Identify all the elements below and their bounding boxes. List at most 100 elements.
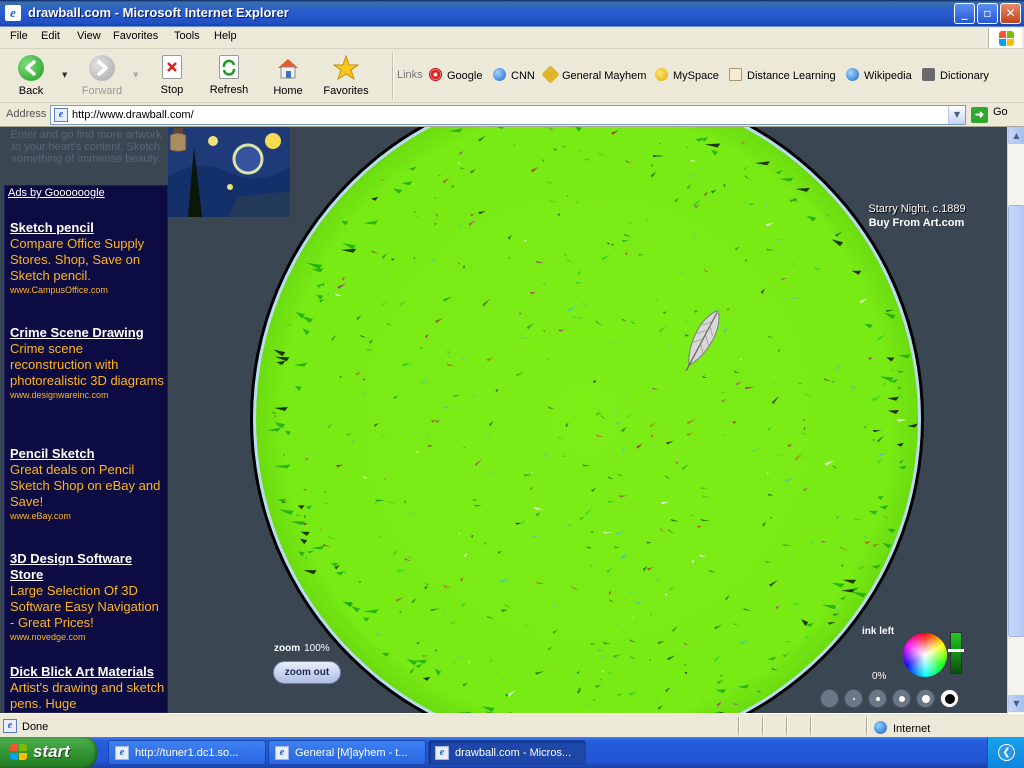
menu-help[interactable]: Help [214, 30, 237, 42]
brightness-slider-handle[interactable] [948, 649, 964, 652]
stop-label: Stop [160, 84, 184, 96]
brush-size-1[interactable] [820, 689, 839, 708]
favorites-button[interactable]: Favorites [322, 54, 370, 97]
link-google[interactable]: Google [429, 68, 482, 82]
title-bar[interactable]: e drawball.com - Microsoft Internet Expl… [0, 0, 1024, 27]
address-label: Address [6, 108, 47, 120]
link-cnn[interactable]: CNN [493, 68, 535, 82]
brush-size-2[interactable] [844, 689, 863, 708]
address-dropdown-icon[interactable]: ▼ [948, 106, 965, 124]
security-zone: Internet [874, 721, 930, 735]
zoom-label: zoom 100% [274, 643, 330, 654]
link-distance-learning[interactable]: Distance Learning [729, 68, 836, 82]
taskbar: start e http://tuner1.dc1.so... e General … [0, 737, 1024, 768]
vertical-scrollbar[interactable]: ▲ ▼ [1007, 127, 1024, 713]
refresh-button[interactable]: Refresh [207, 55, 251, 96]
ad-title[interactable]: 3D Design Software Store [10, 551, 166, 583]
ie-icon: e [115, 746, 129, 760]
link-distance-learning-label: Distance Learning [747, 70, 836, 82]
show-hidden-icons-button[interactable]: ❮ [998, 744, 1015, 761]
home-button[interactable]: Home [270, 55, 306, 97]
forward-dropdown-icon[interactable]: ▼ [133, 71, 138, 79]
link-general-mayhem[interactable]: General Mayhem [541, 65, 647, 84]
scroll-down-button[interactable]: ▼ [1008, 695, 1024, 712]
ad-item[interactable]: Sketch pencil Compare Office Supply Stor… [10, 220, 166, 295]
link-dictionary[interactable]: Dictionary [922, 68, 989, 82]
menu-favorites[interactable]: Favorites [113, 30, 158, 42]
brush-size-4[interactable] [892, 689, 911, 708]
ad-item[interactable]: Crime Scene Drawing Crime scene reconstr… [10, 325, 166, 400]
address-url[interactable]: http://www.drawball.com/ [72, 109, 194, 121]
start-button[interactable]: start [0, 737, 97, 768]
menu-edit[interactable]: Edit [41, 30, 60, 42]
ad-body: Great deals on Pencil Sketch Shop on eBa… [10, 462, 161, 509]
page-blurb: Enter and go find more artwork to your h… [10, 129, 162, 165]
ink-pot-icon [169, 128, 187, 152]
ad-item[interactable]: Dick Blick Art Materials Artist's drawin… [10, 664, 166, 712]
toolbar-separator [392, 53, 394, 99]
color-wheel[interactable] [903, 633, 947, 677]
drawball[interactable] [256, 127, 918, 713]
taskbar-item[interactable]: e http://tuner1.dc1.so... [108, 740, 266, 765]
ad-title[interactable]: Sketch pencil [10, 220, 166, 236]
address-input[interactable]: e http://www.drawball.com/ ▼ [50, 105, 966, 125]
address-bar: Address e http://www.drawball.com/ ▼ ➜ Go [0, 103, 1024, 127]
home-label: Home [273, 85, 303, 97]
scroll-thumb[interactable] [1008, 205, 1024, 637]
close-button[interactable]: ✕ [1000, 3, 1021, 24]
back-arrow-icon [18, 55, 44, 81]
status-bar: e Done Internet [0, 713, 1024, 737]
ads-by-link[interactable]: Ads by Goooooogle [8, 187, 105, 199]
taskbar-item-active[interactable]: e drawball.com - Micros... [428, 740, 586, 765]
window-title: drawball.com - Microsoft Internet Explor… [28, 5, 289, 20]
brush-size-6[interactable] [940, 689, 959, 708]
ad-url[interactable]: www.novedge.com [10, 632, 166, 642]
status-divider [866, 717, 868, 735]
link-general-mayhem-label: General Mayhem [562, 70, 647, 82]
forward-button[interactable]: Forward [80, 55, 124, 97]
buy-art-link[interactable]: Buy From Art.com [854, 217, 979, 229]
ink-left-value: 0% [872, 671, 887, 682]
ad-url[interactable]: www.eBay.com [10, 511, 166, 521]
art-caption: Starry Night, c.1889 [868, 203, 966, 215]
ad-item[interactable]: Pencil Sketch Great deals on Pencil Sket… [10, 446, 166, 521]
drawball-canvas-area[interactable]: Starry Night, c.1889 Buy From Art.com zo… [168, 127, 1007, 713]
ad-title[interactable]: Pencil Sketch [10, 446, 166, 462]
menu-file[interactable]: File [10, 30, 28, 42]
ink-left-label: ink left [862, 626, 895, 637]
scroll-up-button[interactable]: ▲ [1008, 127, 1024, 144]
menu-bar: File Edit View Favorites Tools Help [0, 27, 1024, 49]
favorites-label: Favorites [323, 85, 369, 97]
distance-learning-icon [729, 68, 742, 81]
link-wikipedia[interactable]: Wikipedia [846, 68, 912, 82]
link-myspace[interactable]: MySpace [655, 68, 719, 82]
taskbar-item[interactable]: e General [M]ayhem - t... [268, 740, 426, 765]
ad-title[interactable]: Crime Scene Drawing [10, 325, 166, 341]
back-dropdown-icon[interactable]: ▼ [62, 71, 67, 79]
go-button[interactable]: ➜ Go [971, 106, 1008, 123]
cnn-icon [493, 68, 506, 81]
brush-size-3[interactable] [868, 689, 887, 708]
page-content: Enter and go find more artwork to your h… [0, 127, 1007, 713]
system-tray: ❮ [987, 737, 1024, 768]
zoom-out-button[interactable]: zoom out [273, 661, 341, 684]
link-myspace-label: MySpace [673, 70, 719, 82]
maximize-button[interactable]: ▫ [977, 3, 998, 24]
ads-panel: Ads by Goooooogle Sketch pencil Compare … [4, 185, 168, 713]
minimize-button[interactable]: _ [954, 3, 975, 24]
brush-size-5[interactable] [916, 689, 935, 708]
link-dictionary-label: Dictionary [940, 70, 989, 82]
back-button[interactable]: Back [15, 55, 47, 97]
ie-icon: e [275, 746, 289, 760]
brightness-slider[interactable] [950, 632, 962, 674]
ad-url[interactable]: www.designwareinc.com [10, 390, 166, 400]
ad-title[interactable]: Dick Blick Art Materials [10, 664, 166, 680]
menu-view[interactable]: View [77, 30, 101, 42]
ad-url[interactable]: www.CampusOffice.com [10, 285, 166, 295]
menu-tools[interactable]: Tools [174, 30, 200, 42]
stop-button[interactable]: Stop [157, 55, 187, 96]
ad-item[interactable]: 3D Design Software Store Large Selection… [10, 551, 166, 642]
status-text: Done [22, 721, 49, 733]
links-label: Links [397, 69, 423, 81]
windows-logo-icon [988, 28, 1022, 48]
